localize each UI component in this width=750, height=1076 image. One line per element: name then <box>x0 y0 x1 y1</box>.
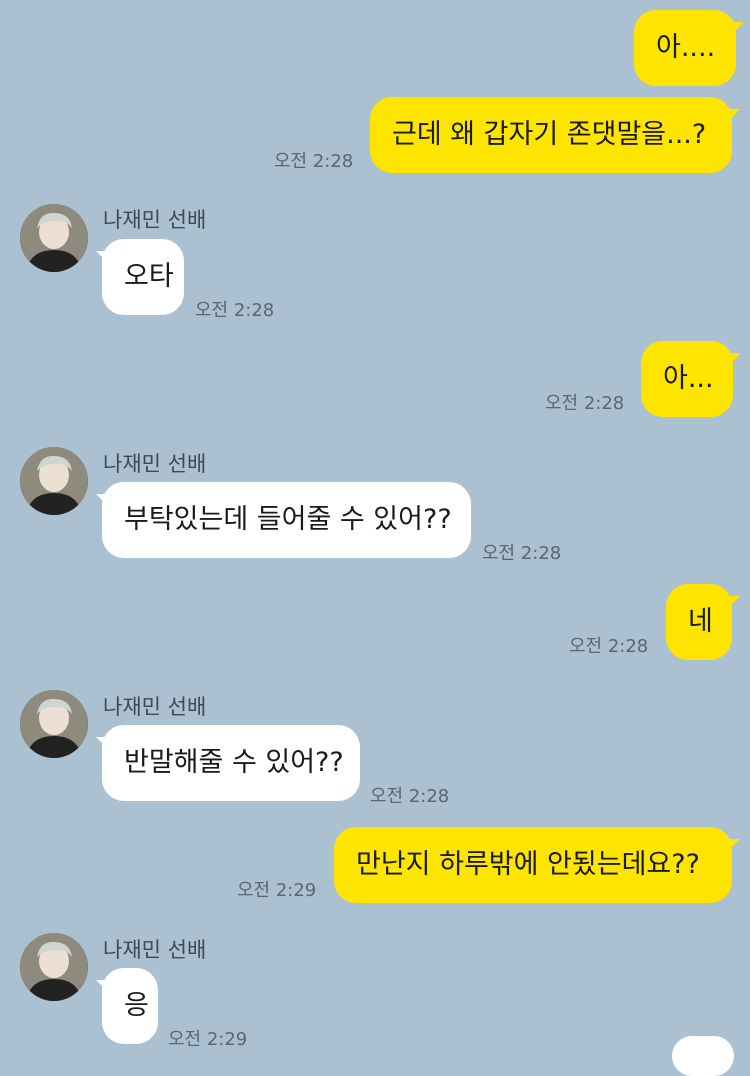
sender-name: 나재민 선배 <box>103 208 207 232</box>
message-time: 오전 2:28 <box>569 636 649 657</box>
message-time: 오전 2:28 <box>482 543 562 564</box>
message-time: 오전 2:28 <box>545 393 625 414</box>
chat-area[interactable]: 아.... 근데 왜 갑자기 존댓말을...? 오전 2:28 나재민 선배 오… <box>0 0 750 1076</box>
other-message-bubble[interactable]: 부탁있는데 들어줄 수 있어?? <box>102 482 471 558</box>
bubble-tail <box>726 596 740 610</box>
message-time: 오전 2:28 <box>274 151 354 172</box>
sender-avatar[interactable] <box>20 933 88 1001</box>
my-message-bubble[interactable]: 아.... <box>634 10 736 86</box>
bubble-tail <box>726 839 740 853</box>
partial-message-bubble[interactable] <box>672 1036 734 1076</box>
sender-avatar[interactable] <box>20 204 88 272</box>
bubble-tail <box>727 353 741 367</box>
other-message-bubble[interactable]: 오타 <box>102 239 184 315</box>
my-message-bubble[interactable]: 네 <box>666 584 732 660</box>
bubble-tail <box>726 109 740 123</box>
sender-name: 나재민 선배 <box>103 695 207 719</box>
other-message-bubble[interactable]: 반말해줄 수 있어?? <box>102 725 360 801</box>
my-message-bubble[interactable]: 아... <box>641 341 733 417</box>
my-message-bubble[interactable]: 만난지 하루밖에 안됬는데요?? <box>334 827 732 903</box>
sender-avatar[interactable] <box>20 690 88 758</box>
message-time: 오전 2:29 <box>168 1029 248 1050</box>
message-time: 오전 2:28 <box>370 786 450 807</box>
sender-avatar[interactable] <box>20 447 88 515</box>
sender-name: 나재민 선배 <box>103 452 207 476</box>
message-time: 오전 2:28 <box>195 300 275 321</box>
bubble-tail <box>730 22 744 36</box>
message-time: 오전 2:29 <box>237 880 317 901</box>
sender-name: 나재민 선배 <box>103 938 207 962</box>
other-message-bubble[interactable]: 응 <box>102 968 158 1044</box>
my-message-bubble[interactable]: 근데 왜 갑자기 존댓말을...? <box>370 97 732 173</box>
